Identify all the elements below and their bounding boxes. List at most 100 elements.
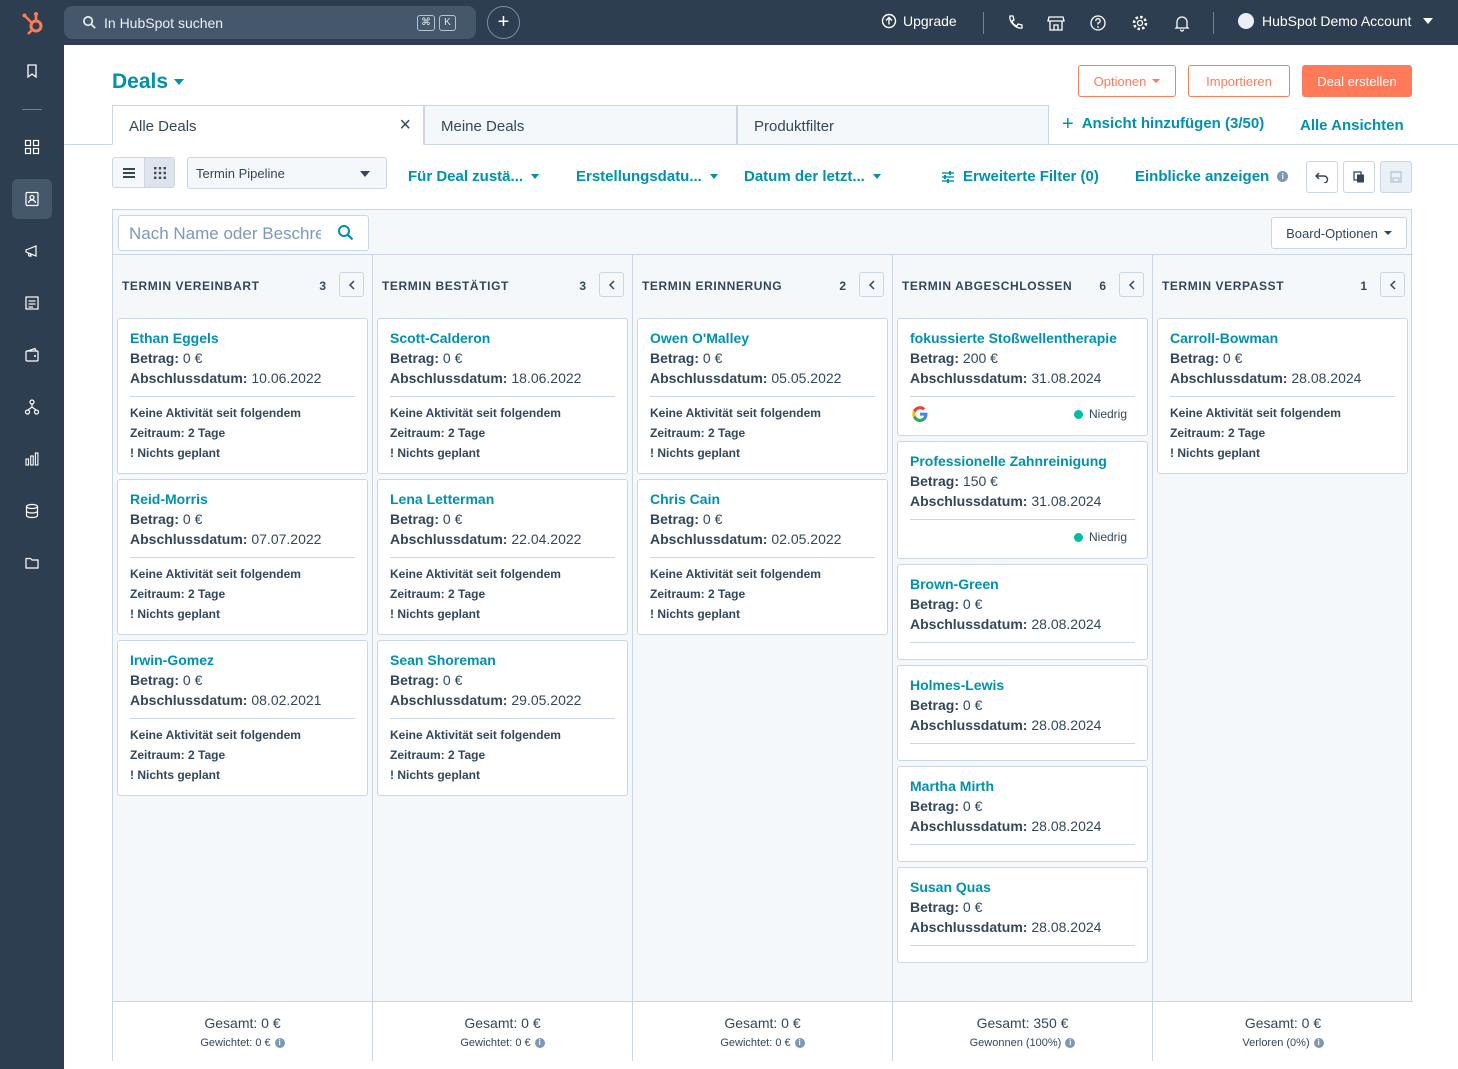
- divider: [983, 12, 984, 34]
- deal-card[interactable]: Carroll-Bowman Betrag: 0 € Abschlussdatum:…: [1157, 318, 1408, 474]
- deal-amount: Betrag: 150 €: [910, 471, 1135, 491]
- activity-text: Keine Aktivität seit folgendem: [390, 728, 561, 742]
- deal-card[interactable]: Martha Mirth Betrag: 0 € Abschlussdatum: 2…: [897, 766, 1148, 862]
- deal-card[interactable]: Owen O'Malley Betrag: 0 € Abschlussdatum: …: [637, 318, 888, 474]
- collapse-column-button[interactable]: [1380, 272, 1405, 297]
- deal-card[interactable]: fokussierte Stoßwellentherapie Betrag: 20…: [897, 318, 1148, 436]
- bar-chart-icon: [25, 452, 39, 466]
- deal-name-link[interactable]: Chris Cain: [650, 489, 875, 509]
- info-icon[interactable]: i: [1065, 1038, 1076, 1048]
- sidebar-item-marketing[interactable]: [12, 231, 52, 271]
- info-icon[interactable]: i: [534, 1038, 545, 1048]
- amount-label: Betrag:: [910, 596, 960, 612]
- close-date-label: Abschlussdatum:: [910, 818, 1028, 834]
- deal-name-link[interactable]: Owen O'Malley: [650, 328, 875, 348]
- show-insights-button[interactable]: Einblicke anzeigen i: [1135, 168, 1289, 185]
- sidebar-item-workspaces[interactable]: [12, 127, 52, 167]
- collapse-column-button[interactable]: [339, 272, 364, 297]
- notifications-bell-icon[interactable]: [1172, 13, 1192, 33]
- deal-card[interactable]: Ethan Eggels Betrag: 0 € Abschlussdatum: 1…: [117, 318, 368, 474]
- sidebar-item-automation[interactable]: [12, 387, 52, 427]
- deal-name-link[interactable]: Lena Letterman: [390, 489, 615, 509]
- sidebar-item-content[interactable]: [12, 283, 52, 323]
- deal-name-link[interactable]: Ethan Eggels: [130, 328, 355, 348]
- deal-name-link[interactable]: Brown-Green: [910, 574, 1135, 594]
- close-date-value: 28.08.2024: [1031, 919, 1102, 935]
- sidebar-item-library[interactable]: [12, 543, 52, 583]
- settings-gear-icon[interactable]: [1130, 13, 1150, 33]
- column-header: TERMIN VERPASST 1: [1153, 254, 1413, 313]
- nothing-planned-text: ! Nichts geplant: [650, 607, 741, 621]
- board-options-button[interactable]: Board-Optionen: [1271, 217, 1407, 249]
- deal-card[interactable]: Brown-Green Betrag: 0 € Abschlussdatum: 28…: [897, 564, 1148, 660]
- search-placeholder: In HubSpot suchen: [104, 15, 224, 31]
- deal-name-link[interactable]: Martha Mirth: [910, 776, 1135, 796]
- column-count: 3: [579, 279, 586, 293]
- deal-name-link[interactable]: Reid-Morris: [130, 489, 355, 509]
- deal-name-link[interactable]: Professionelle Zahnreinigung: [910, 451, 1135, 471]
- deal-amount: Betrag: 0 €: [1170, 348, 1395, 368]
- deal-card[interactable]: Chris Cain Betrag: 0 € Abschlussdatum: 02.…: [637, 479, 888, 635]
- import-button[interactable]: Importieren: [1188, 65, 1290, 97]
- board-view-button[interactable]: [144, 158, 174, 187]
- phone-icon[interactable]: [1005, 13, 1025, 33]
- page-title-dropdown[interactable]: Deals: [112, 70, 185, 94]
- collapse-column-button[interactable]: [859, 272, 884, 297]
- advanced-filters-button[interactable]: Erweiterte Filter (0): [941, 168, 1099, 185]
- tab-product-filter[interactable]: Produktfilter: [737, 105, 1049, 145]
- deal-name-link[interactable]: fokussierte Stoßwellentherapie: [910, 328, 1135, 348]
- add-view-button[interactable]: + Ansicht hinzufügen (3/50): [1062, 114, 1264, 134]
- clone-view-button[interactable]: [1343, 161, 1375, 193]
- collapse-column-button[interactable]: [1119, 272, 1144, 297]
- deal-card[interactable]: Irwin-Gomez Betrag: 0 € Abschlussdatum: 08…: [117, 640, 368, 796]
- deal-name-link[interactable]: Carroll-Bowman: [1170, 328, 1395, 348]
- deal-name-link[interactable]: Susan Quas: [910, 877, 1135, 897]
- quick-create-button[interactable]: +: [487, 6, 520, 39]
- marketplace-icon[interactable]: [1046, 13, 1066, 33]
- collapse-column-button[interactable]: [599, 272, 624, 297]
- options-button[interactable]: Optionen: [1078, 65, 1176, 97]
- sidebar-item-reporting[interactable]: [12, 439, 52, 479]
- deal-card[interactable]: Scott-Calderon Betrag: 0 € Abschlussdatum:…: [377, 318, 628, 474]
- save-view-button[interactable]: [1380, 161, 1412, 193]
- global-search-input[interactable]: In HubSpot suchen ⌘ K: [64, 6, 476, 39]
- deal-card[interactable]: Professionelle Zahnreinigung Betrag: 150 …: [897, 441, 1148, 559]
- deal-name-link[interactable]: Irwin-Gomez: [130, 650, 355, 670]
- hubspot-logo-icon[interactable]: [21, 10, 47, 36]
- deal-name-link[interactable]: Sean Shoreman: [390, 650, 615, 670]
- column-title: TERMIN ABGESCHLOSSEN: [902, 279, 1073, 293]
- last-activity-filter[interactable]: Datum der letzt...: [744, 168, 881, 185]
- deal-card[interactable]: Holmes-Lewis Betrag: 0 € Abschlussdatum: 2…: [897, 665, 1148, 761]
- list-view-button[interactable]: [113, 158, 144, 187]
- deal-card[interactable]: Reid-Morris Betrag: 0 € Abschlussdatum: 07…: [117, 479, 368, 635]
- deal-card[interactable]: Sean Shoreman Betrag: 0 € Abschlussdatum: …: [377, 640, 628, 796]
- create-date-filter[interactable]: Erstellungsdatu...: [576, 168, 718, 185]
- column-footer: Gesamt: 0 € Gewichtet: 0 € i: [633, 1001, 892, 1061]
- deal-name-link[interactable]: Scott-Calderon: [390, 328, 615, 348]
- deal-card[interactable]: Lena Letterman Betrag: 0 € Abschlussdatum:…: [377, 479, 628, 635]
- sidebar-item-data-management[interactable]: [12, 491, 52, 531]
- deal-close-date: Abschlussdatum: 31.08.2024: [910, 368, 1135, 388]
- deal-owner-filter[interactable]: Für Deal zustä...: [408, 168, 540, 185]
- help-icon[interactable]: [1088, 13, 1108, 33]
- account-menu[interactable]: HubSpot Demo Account: [1238, 13, 1434, 29]
- sidebar-item-bookmarks[interactable]: [12, 51, 52, 91]
- upgrade-button[interactable]: Upgrade: [881, 13, 957, 29]
- undo-button[interactable]: [1306, 161, 1338, 193]
- deal-card[interactable]: Susan Quas Betrag: 0 € Abschlussdatum: 28.…: [897, 867, 1148, 963]
- close-icon[interactable]: ×: [399, 115, 411, 135]
- tab-all-deals[interactable]: Alle Deals ×: [112, 105, 424, 145]
- amount-label: Betrag:: [130, 511, 180, 527]
- pipeline-select[interactable]: Termin Pipeline: [187, 157, 387, 189]
- info-icon[interactable]: i: [1313, 1038, 1324, 1048]
- deal-amount: Betrag: 0 €: [130, 509, 355, 529]
- board-search-input[interactable]: Nach Name oder Beschreibung suchen: [118, 215, 369, 251]
- tab-my-deals[interactable]: Meine Deals: [424, 105, 737, 145]
- info-icon[interactable]: i: [794, 1038, 805, 1048]
- all-views-link[interactable]: Alle Ansichten: [1300, 117, 1404, 134]
- sidebar-item-crm[interactable]: [12, 179, 52, 219]
- sidebar-item-commerce[interactable]: [12, 335, 52, 375]
- deal-name-link[interactable]: Holmes-Lewis: [910, 675, 1135, 695]
- create-deal-button[interactable]: Deal erstellen: [1302, 65, 1412, 97]
- info-icon[interactable]: i: [274, 1038, 285, 1048]
